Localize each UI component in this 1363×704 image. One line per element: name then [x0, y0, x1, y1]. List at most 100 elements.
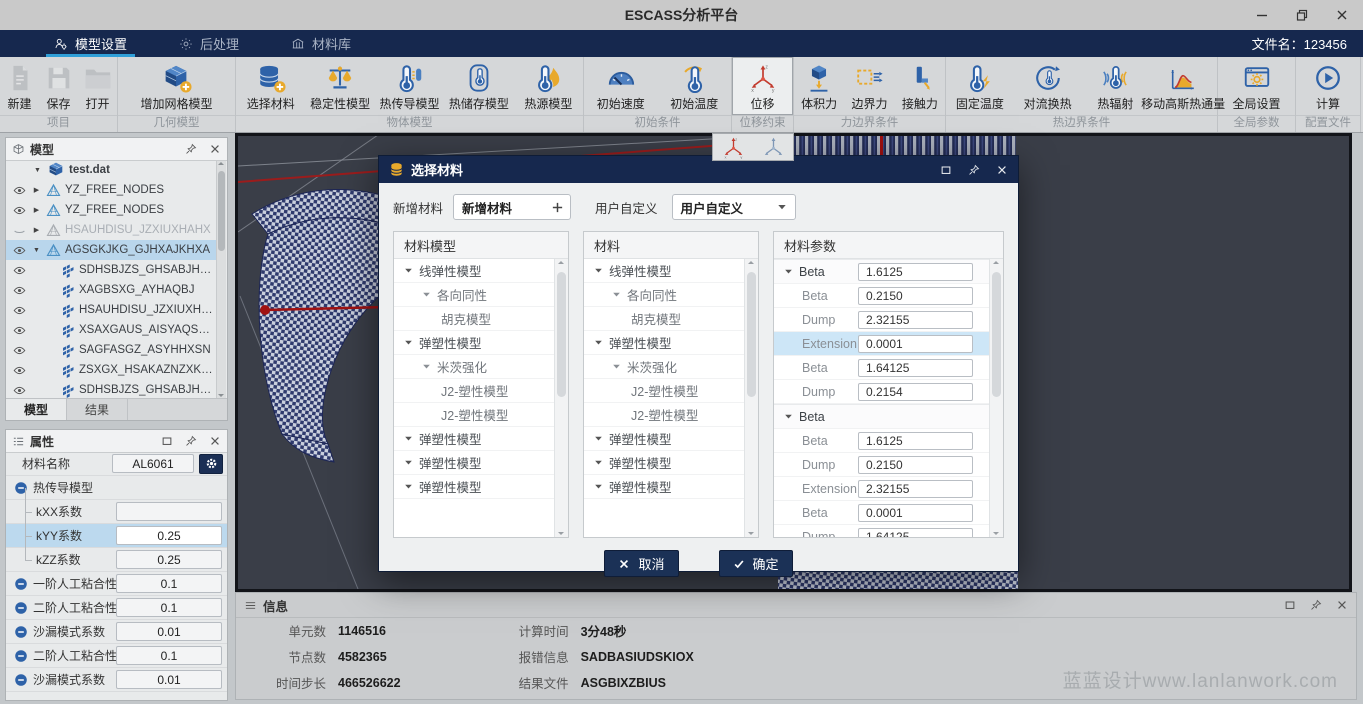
- property-value-input[interactable]: [116, 598, 222, 617]
- material-param-row[interactable]: Dump: [774, 380, 990, 404]
- eye-icon[interactable]: [12, 364, 27, 377]
- material-param-input[interactable]: [858, 456, 973, 474]
- tree-item[interactable]: SDHSBJZS_GHSABJHB_ZAHU: [6, 380, 217, 399]
- ribbon-button[interactable]: 对流换热: [1014, 57, 1082, 115]
- caret-down-icon[interactable]: [612, 290, 621, 299]
- caret-down-icon[interactable]: [612, 362, 621, 371]
- ribbon-button[interactable]: 接触力: [895, 57, 945, 115]
- caret-down-icon[interactable]: [404, 482, 413, 491]
- scrollbar[interactable]: [744, 259, 758, 537]
- eye-off-icon[interactable]: [12, 224, 27, 237]
- scrollbar-thumb[interactable]: [747, 272, 756, 397]
- ribbon-button[interactable]: 保存: [39, 57, 78, 115]
- property-value-input[interactable]: [116, 670, 222, 689]
- caret-down-icon[interactable]: [594, 434, 603, 443]
- material-tree-item[interactable]: J2-塑性模型: [394, 403, 555, 427]
- material-param-input[interactable]: [858, 504, 973, 522]
- material-param-input[interactable]: [858, 432, 973, 450]
- material-param-input[interactable]: [858, 359, 973, 377]
- eye-icon[interactable]: [12, 384, 27, 397]
- ribbon-button[interactable]: 新建: [0, 57, 39, 115]
- material-param-row[interactable]: Extension: [774, 332, 990, 356]
- close-icon[interactable]: [996, 164, 1008, 176]
- material-param-row[interactable]: Extension: [774, 477, 990, 501]
- property-row[interactable]: 材料名称: [6, 452, 227, 476]
- material-param-input[interactable]: [858, 528, 973, 538]
- property-group-row[interactable]: 二阶人工粘合性: [6, 596, 227, 620]
- property-value-input[interactable]: [116, 502, 222, 521]
- material-tree-item[interactable]: 弹塑性模型: [394, 451, 555, 475]
- ribbon-button[interactable]: 热辐射: [1082, 57, 1150, 115]
- close-icon[interactable]: [1335, 8, 1349, 22]
- minimize-icon[interactable]: [1255, 8, 1269, 22]
- circle-minus-icon[interactable]: [14, 649, 28, 663]
- property-group-row[interactable]: 沙漏模式系数: [6, 620, 227, 644]
- tree-item[interactable]: ZSXGX_HSAKAZNZXK_AHASX: [6, 360, 217, 380]
- plus-icon[interactable]: [551, 201, 564, 214]
- tree-item[interactable]: ▶ YZ_FREE_NODES: [6, 200, 217, 220]
- material-param-input[interactable]: [858, 311, 973, 329]
- scrollbar-thumb[interactable]: [557, 272, 566, 397]
- property-value-input[interactable]: [116, 622, 222, 641]
- maximize-icon[interactable]: [1295, 8, 1309, 22]
- caret-down-icon[interactable]: [422, 290, 431, 299]
- caret-down-icon[interactable]: [594, 266, 603, 275]
- material-param-row[interactable]: Dump: [774, 308, 990, 332]
- material-param-input[interactable]: [858, 263, 973, 281]
- pin-icon[interactable]: [185, 435, 197, 447]
- ribbon-button[interactable]: 打开: [78, 57, 117, 115]
- material-param-row[interactable]: Beta: [774, 259, 990, 284]
- tree-item[interactable]: XAGBSXG_AYHAQBJ: [6, 280, 217, 300]
- ribbon-button[interactable]: 初始速度: [584, 57, 658, 115]
- custom-select[interactable]: 用户自定义: [672, 194, 796, 220]
- material-param-row[interactable]: Beta: [774, 356, 990, 380]
- ribbon-button[interactable]: 固定温度: [946, 57, 1014, 115]
- tab-model[interactable]: 模型: [6, 399, 67, 420]
- property-group-row[interactable]: 二阶人工粘合性: [6, 644, 227, 668]
- ribbon-button[interactable]: zxy 位移: [732, 57, 793, 115]
- material-param-input[interactable]: [858, 287, 973, 305]
- property-value-input[interactable]: [116, 646, 222, 665]
- eye-icon[interactable]: [12, 244, 27, 257]
- material-param-input[interactable]: [858, 335, 973, 353]
- material-tree-item[interactable]: 弹塑性模型: [584, 427, 745, 451]
- caret-down-icon[interactable]: [422, 362, 431, 371]
- circle-minus-icon[interactable]: [14, 601, 28, 615]
- expand-icon[interactable]: ▶: [31, 226, 42, 234]
- ribbon-button[interactable]: 全局设置: [1218, 57, 1295, 115]
- pin-icon[interactable]: [1310, 599, 1322, 611]
- pin-icon[interactable]: [185, 143, 197, 155]
- circle-minus-icon[interactable]: [14, 577, 28, 591]
- property-group-row[interactable]: 一阶人工粘合性: [6, 572, 227, 596]
- circle-minus-icon[interactable]: [14, 625, 28, 639]
- property-row[interactable]: kXX系数: [6, 500, 227, 524]
- material-tree-item[interactable]: J2-塑性模型: [584, 379, 745, 403]
- close-icon[interactable]: [209, 143, 221, 155]
- ribbon-button[interactable]: 边界力: [844, 57, 894, 115]
- material-param-row[interactable]: Beta: [774, 501, 990, 525]
- property-group-row[interactable]: 热传导模型: [6, 476, 227, 500]
- material-tree-item[interactable]: 弹塑性模型: [584, 475, 745, 499]
- pin-icon[interactable]: [968, 164, 980, 176]
- restore-icon[interactable]: [161, 435, 173, 447]
- tree-item[interactable]: ▶ HSAUHDISU_JZXIUXHAHX: [6, 220, 217, 240]
- material-param-row[interactable]: Beta: [774, 404, 990, 429]
- scrollbar[interactable]: [554, 259, 568, 537]
- ok-button[interactable]: 确定: [719, 550, 793, 577]
- tree-root[interactable]: ▼ test.dat: [6, 160, 217, 180]
- material-tree-item[interactable]: J2-塑性模型: [394, 379, 555, 403]
- tree-item[interactable]: XSAXGAUS_AISYAQSH_ASHX: [6, 320, 217, 340]
- ribbon-button[interactable]: 热源模型: [514, 57, 583, 115]
- collapse-icon[interactable]: ▼: [31, 247, 42, 254]
- ribbon-button[interactable]: 计算: [1296, 57, 1360, 115]
- caret-down-icon[interactable]: [404, 458, 413, 467]
- material-settings-button[interactable]: [199, 454, 223, 474]
- ribbon-button[interactable]: 初始温度: [658, 57, 732, 115]
- material-param-row[interactable]: Beta: [774, 429, 990, 453]
- collapse-icon[interactable]: ▼: [32, 167, 43, 174]
- caret-down-icon[interactable]: [784, 267, 793, 276]
- tree-item[interactable]: HSAUHDISU_JZXIUXHAHX: [6, 300, 217, 320]
- ribbon-button[interactable]: 增加网格模型: [118, 57, 235, 115]
- dialog-title-bar[interactable]: 选择材料: [379, 156, 1018, 183]
- property-group-row[interactable]: 沙漏模式系数: [6, 668, 227, 692]
